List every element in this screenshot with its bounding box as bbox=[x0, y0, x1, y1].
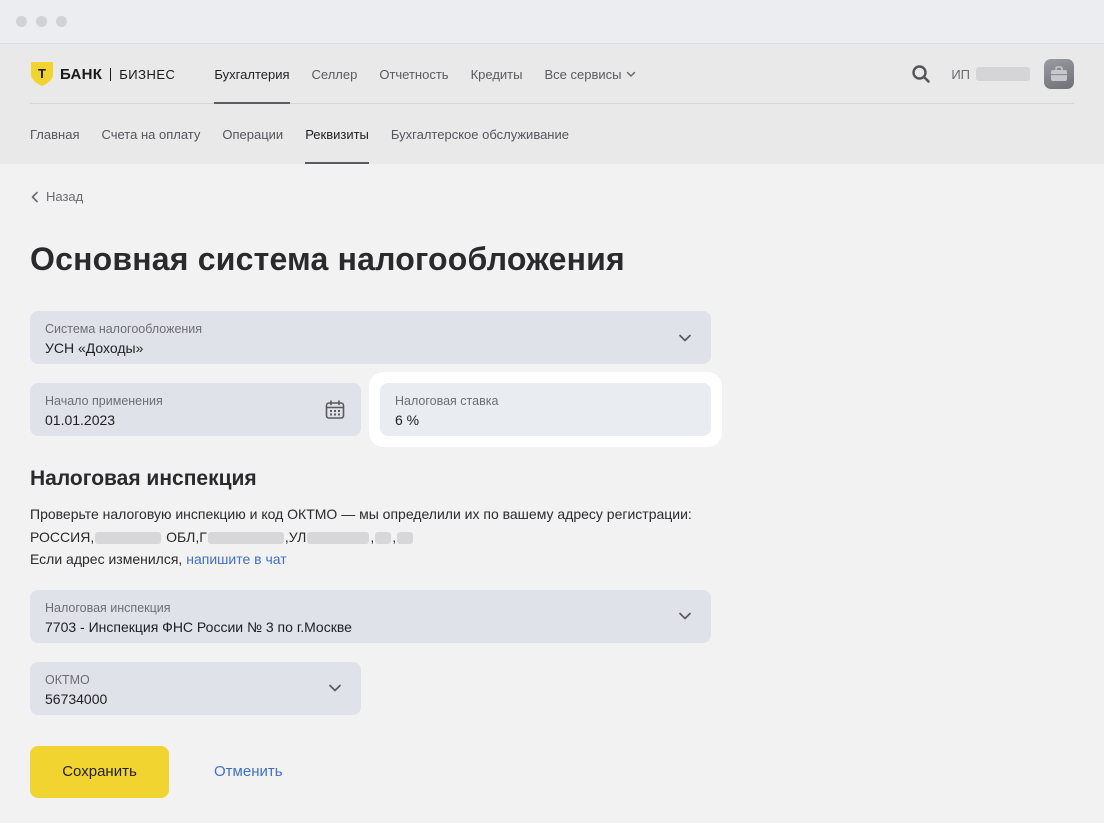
address-change-text: Если адрес изменился, bbox=[30, 551, 183, 567]
main-content: Назад Основная система налогообложения С… bbox=[0, 189, 1104, 798]
address-line: РОССИЯ, ОБЛ,Г ,УЛ,, bbox=[30, 526, 1074, 549]
tab-requisites[interactable]: Реквизиты bbox=[294, 104, 380, 164]
address-redacted bbox=[95, 531, 162, 544]
window-close-dot[interactable] bbox=[16, 16, 27, 27]
window-maximize-dot[interactable] bbox=[56, 16, 67, 27]
top-area: Т БАНК БИЗНЕС Бухгалтерия Селлер Отчетно… bbox=[0, 44, 1104, 164]
back-label: Назад bbox=[46, 189, 84, 204]
logo[interactable]: Т БАНК БИЗНЕС bbox=[30, 61, 175, 87]
tax-rate-label: Налоговая ставка bbox=[395, 394, 499, 408]
nav-label: Кредиты bbox=[470, 66, 523, 82]
header: Т БАНК БИЗНЕС Бухгалтерия Селлер Отчетно… bbox=[0, 44, 1104, 104]
logo-letter: Т bbox=[38, 66, 46, 81]
tax-inspection-value: 7703 - Инспекция ФНС России № 3 по г.Мос… bbox=[45, 618, 352, 635]
chat-link[interactable]: напишите в чат bbox=[186, 551, 286, 567]
header-right: ИП bbox=[911, 59, 1074, 89]
address-redacted bbox=[307, 531, 370, 544]
address-change-line: Если адрес изменился, напишите в чат bbox=[30, 548, 1074, 571]
chevron-left-icon bbox=[31, 191, 38, 202]
tab-invoices[interactable]: Счета на оплату bbox=[90, 104, 211, 164]
chevron-down-icon bbox=[679, 612, 691, 620]
address-redacted bbox=[207, 531, 284, 544]
tab-label: Счета на оплату bbox=[101, 126, 201, 142]
logo-separator bbox=[110, 67, 112, 81]
avatar[interactable] bbox=[1044, 59, 1074, 89]
nav-label: Бухгалтерия bbox=[214, 66, 290, 82]
tab-label: Реквизиты bbox=[305, 126, 369, 142]
date-rate-row: Начало применения 01.01.2023 Налоговая с… bbox=[30, 372, 722, 447]
tax-rate-value: 6 % bbox=[395, 412, 420, 428]
tab-label: Операции bbox=[222, 126, 284, 142]
nav-label: Отчетность bbox=[379, 66, 449, 82]
tax-rate-focus-ring: Налоговая ставка 6 % bbox=[369, 372, 722, 447]
address-redacted bbox=[375, 531, 392, 544]
inspection-text: Проверьте налоговую инспекцию и код ОКТМ… bbox=[30, 506, 692, 522]
tax-system-select[interactable]: Система налогообложения УСН «Доходы» bbox=[30, 311, 711, 364]
tax-system-value: УСН «Доходы» bbox=[45, 340, 144, 356]
address-redacted bbox=[397, 531, 414, 544]
start-date-label: Начало применения bbox=[45, 394, 163, 408]
address-country: РОССИЯ, bbox=[30, 528, 95, 545]
save-button[interactable]: Сохранить bbox=[30, 745, 169, 798]
chevron-down-icon bbox=[329, 684, 341, 692]
start-date-field[interactable]: Начало применения 01.01.2023 bbox=[30, 383, 361, 436]
tax-inspection-select[interactable]: Налоговая инспекция 7703 - Инспекция ФНС… bbox=[30, 589, 711, 643]
sub-nav: Главная Счета на оплату Операции Реквизи… bbox=[0, 104, 1104, 164]
tab-accounting-service[interactable]: Бухгалтерское обслуживание bbox=[380, 104, 580, 164]
nav-item-seller[interactable]: Селлер bbox=[301, 44, 369, 104]
logo-sub: БИЗНЕС bbox=[119, 66, 176, 82]
nav-label: Все сервисы bbox=[544, 66, 622, 82]
tab-main[interactable]: Главная bbox=[19, 104, 90, 164]
tab-label: Главная bbox=[30, 126, 80, 142]
inspection-info: Проверьте налоговую инспекцию и код ОКТМ… bbox=[30, 503, 1074, 571]
nav-item-all-services[interactable]: Все сервисы bbox=[533, 44, 647, 104]
tax-system-label: Система налогообложения bbox=[45, 322, 203, 336]
nav-item-credits[interactable]: Кредиты bbox=[460, 44, 534, 104]
briefcase-icon bbox=[1051, 66, 1067, 81]
cancel-button[interactable]: Отменить bbox=[214, 763, 283, 780]
main-nav: Бухгалтерия Селлер Отчетность Кредиты Вс… bbox=[203, 44, 647, 104]
logo-name: БАНК bbox=[60, 65, 103, 83]
calendar-icon[interactable] bbox=[325, 399, 345, 420]
window-titlebar bbox=[0, 0, 1104, 44]
chevron-down-icon bbox=[627, 71, 636, 77]
oktmo-value: 56734000 bbox=[45, 690, 108, 707]
search-icon[interactable] bbox=[911, 64, 931, 84]
address-obl: ОБЛ,Г bbox=[166, 528, 207, 545]
user-name-redacted[interactable] bbox=[976, 67, 1030, 81]
chevron-down-icon bbox=[679, 334, 691, 341]
form-actions: Сохранить Отменить bbox=[30, 745, 1074, 798]
address-ul: ,УЛ bbox=[284, 528, 307, 545]
tab-operations[interactable]: Операции bbox=[211, 104, 294, 164]
logo-shield-icon: Т bbox=[31, 62, 53, 86]
oktmo-label: ОКТМО bbox=[45, 672, 90, 687]
tax-rate-field[interactable]: Налоговая ставка 6 % bbox=[380, 383, 711, 436]
tax-inspection-label: Налоговая инспекция bbox=[45, 600, 171, 615]
nav-label: Селлер bbox=[311, 66, 358, 82]
nav-item-reporting[interactable]: Отчетность bbox=[368, 44, 459, 104]
start-date-value: 01.01.2023 bbox=[45, 412, 116, 428]
nav-item-accounting[interactable]: Бухгалтерия bbox=[203, 44, 300, 104]
user-prefix[interactable]: ИП bbox=[951, 67, 970, 82]
inspection-title: Налоговая инспекция bbox=[30, 467, 257, 490]
back-link[interactable]: Назад bbox=[30, 189, 83, 204]
tab-label: Бухгалтерское обслуживание bbox=[390, 126, 569, 142]
window-minimize-dot[interactable] bbox=[36, 16, 47, 27]
page-title: Основная система налогообложения bbox=[30, 241, 625, 277]
oktmo-select[interactable]: ОКТМО 56734000 bbox=[30, 661, 361, 715]
